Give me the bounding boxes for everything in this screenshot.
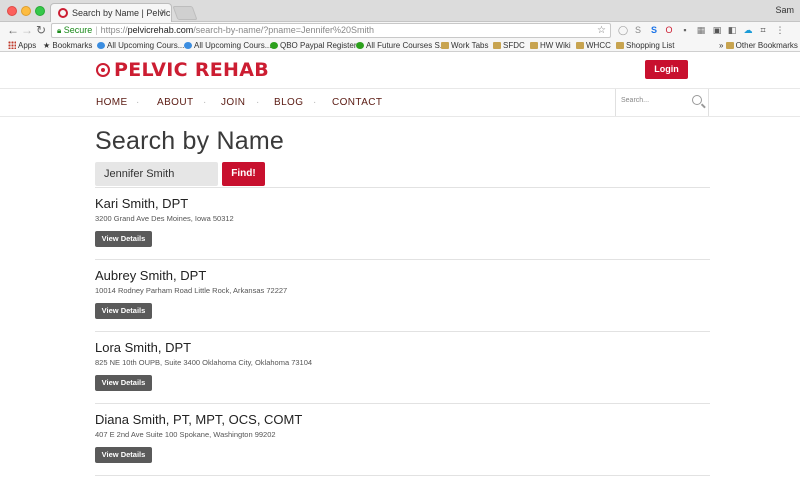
view-details-button[interactable]: View Details bbox=[95, 375, 152, 391]
nav-home[interactable]: HOME bbox=[96, 97, 128, 108]
view-details-button[interactable]: View Details bbox=[95, 447, 152, 463]
extension-circle-icon[interactable]: ◯ bbox=[618, 25, 628, 35]
bookmark-apps[interactable]: Apps bbox=[8, 40, 36, 51]
main-navigation: HOME · ABOUT · JOIN · BLOG · CONTACT Sea… bbox=[0, 88, 800, 117]
chevron-right-icon: » bbox=[719, 41, 726, 50]
site-header: PELVIC REHAB Login bbox=[0, 52, 800, 88]
search-icon[interactable] bbox=[692, 95, 702, 105]
browser-titlebar: Search by Name | Pelvic Rehab × Sam bbox=[0, 0, 800, 22]
folder-icon bbox=[530, 42, 538, 49]
extension-resize-icon[interactable]: ⌗ bbox=[758, 25, 768, 35]
extension-grid-icon[interactable]: ▦ bbox=[696, 25, 706, 35]
maximize-window-button[interactable] bbox=[35, 6, 45, 16]
result-address: 825 NE 10th OUPB, Suite 3400 Oklahoma Ci… bbox=[95, 358, 313, 367]
browser-toolbar: ← → ↻ 🔒︎ Secure | https://pelvicrehab.com/… bbox=[0, 22, 800, 39]
globe-icon bbox=[97, 42, 105, 49]
folder-icon bbox=[616, 42, 624, 49]
lock-icon: 🔒︎ bbox=[57, 26, 62, 35]
bookmark-future-courses[interactable]: All Future Courses S... bbox=[356, 40, 446, 51]
find-button[interactable]: Find! bbox=[222, 162, 265, 186]
extension-square-icon[interactable]: ▣ bbox=[712, 25, 722, 35]
close-window-button[interactable] bbox=[7, 6, 17, 16]
new-tab-button[interactable] bbox=[172, 6, 198, 20]
minimize-window-button[interactable] bbox=[21, 6, 31, 16]
folder-icon bbox=[493, 42, 501, 49]
login-button[interactable]: Login bbox=[645, 60, 688, 79]
result-address: 3200 Grand Ave Des Moines, Iowa 50312 bbox=[95, 214, 234, 223]
opera-icon[interactable]: O bbox=[664, 25, 674, 35]
extension-s-icon[interactable]: S bbox=[633, 25, 643, 35]
result-card: Lora Smith, DPT 825 NE 10th OUPB, Suite … bbox=[95, 331, 710, 403]
browser-tab[interactable]: Search by Name | Pelvic Rehab × bbox=[50, 3, 172, 22]
nav-join[interactable]: JOIN bbox=[221, 97, 245, 108]
url-separator: | bbox=[95, 25, 98, 35]
result-name: Aubrey Smith, DPT bbox=[95, 268, 207, 283]
extension-blue-s-icon[interactable]: S bbox=[649, 25, 659, 35]
bookmark-sfdc[interactable]: SFDC bbox=[493, 40, 525, 51]
reload-icon[interactable]: ↻ bbox=[36, 23, 46, 37]
salesforce-icon[interactable]: ☁ bbox=[743, 25, 753, 35]
view-details-button[interactable]: View Details bbox=[95, 231, 152, 247]
nav-separator: · bbox=[203, 97, 207, 108]
bookmark-star-icon[interactable]: ☆ bbox=[597, 24, 606, 37]
qbo-icon bbox=[270, 42, 278, 49]
url-path: /search-by-name/?pname=Jennifer%20Smith bbox=[193, 25, 375, 35]
pelvic-rehab-favicon-icon bbox=[58, 8, 68, 18]
result-address: 10014 Rodney Parham Road Little Rock, Ar… bbox=[95, 286, 288, 295]
bookmarks-bar: Apps ★ Bookmarks All Upcoming Cours... A… bbox=[0, 39, 800, 52]
bookmark-upcoming-1[interactable]: All Upcoming Cours... bbox=[97, 40, 184, 51]
site-logo[interactable]: PELVIC REHAB bbox=[96, 59, 270, 81]
tab-title: Search by Name | Pelvic Rehab bbox=[72, 8, 171, 18]
back-icon[interactable]: ← bbox=[7, 23, 19, 37]
nav-separator: · bbox=[136, 97, 140, 108]
bookmark-qbo-paypal[interactable]: QBO Paypal Register bbox=[270, 40, 356, 51]
bookmark-hw-wiki[interactable]: HW Wiki bbox=[530, 40, 571, 51]
page-title: Search by Name bbox=[95, 127, 284, 155]
result-card: Aubrey Smith, DPT 10014 Rodney Parham Ro… bbox=[95, 259, 710, 331]
bookmark-work-tabs[interactable]: Work Tabs bbox=[441, 40, 489, 51]
result-name: Diana Smith, PT, MPT, OCS, COMT bbox=[95, 412, 303, 427]
apps-icon bbox=[8, 41, 16, 49]
logo-icon bbox=[96, 63, 110, 77]
address-bar[interactable]: 🔒︎ Secure | https://pelvicrehab.com/search… bbox=[51, 23, 611, 38]
extension-puzzle-icon[interactable]: ▪ bbox=[680, 25, 690, 35]
bookmark-whcc[interactable]: WHCC bbox=[576, 40, 611, 51]
nav-about[interactable]: ABOUT bbox=[157, 97, 193, 108]
bookmark-other[interactable]: » Other Bookmarks bbox=[719, 40, 798, 51]
extension-mask-icon[interactable]: ◧ bbox=[727, 25, 737, 35]
globe-icon bbox=[184, 42, 192, 49]
result-name: Lora Smith, DPT bbox=[95, 340, 192, 355]
tab-close-icon[interactable]: × bbox=[160, 7, 166, 18]
url-host: pelvicrehab.com bbox=[127, 25, 194, 35]
site-search[interactable]: Search... bbox=[615, 89, 709, 116]
star-icon: ★ bbox=[43, 41, 53, 50]
profile-name[interactable]: Sam bbox=[775, 5, 794, 15]
nav-contact[interactable]: CONTACT bbox=[332, 97, 382, 108]
forward-icon[interactable]: → bbox=[21, 23, 33, 37]
menu-icon[interactable]: ⋮ bbox=[775, 25, 785, 35]
nav-separator: · bbox=[256, 97, 260, 108]
nav-blog[interactable]: BLOG bbox=[274, 97, 303, 108]
nav-separator: · bbox=[313, 97, 317, 108]
folder-icon bbox=[725, 42, 734, 49]
folder-icon bbox=[576, 42, 584, 49]
bookmark-upcoming-2[interactable]: All Upcoming Cours... bbox=[184, 40, 271, 51]
view-details-button[interactable]: View Details bbox=[95, 303, 152, 319]
result-name: Kari Smith, DPT bbox=[95, 196, 189, 211]
name-search-input[interactable] bbox=[95, 162, 218, 186]
result-address: 407 E 2nd Ave Suite 100 Spokane, Washing… bbox=[95, 430, 276, 439]
folder-icon bbox=[441, 42, 449, 49]
bookmark-bookmarks[interactable]: ★ Bookmarks bbox=[43, 40, 92, 51]
bookmark-shopping-list[interactable]: Shopping List bbox=[616, 40, 674, 51]
result-card: Diana Smith, PT, MPT, OCS, COMT 407 E 2n… bbox=[95, 403, 710, 475]
secure-label: Secure bbox=[63, 25, 93, 35]
logo-text: PELVIC REHAB bbox=[114, 59, 270, 81]
url-scheme: https:// bbox=[100, 25, 128, 35]
site-search-input[interactable]: Search... bbox=[621, 97, 649, 104]
result-divider bbox=[95, 475, 710, 485]
result-card: Kari Smith, DPT 3200 Grand Ave Des Moine… bbox=[95, 187, 710, 259]
qbo-icon bbox=[356, 42, 364, 49]
